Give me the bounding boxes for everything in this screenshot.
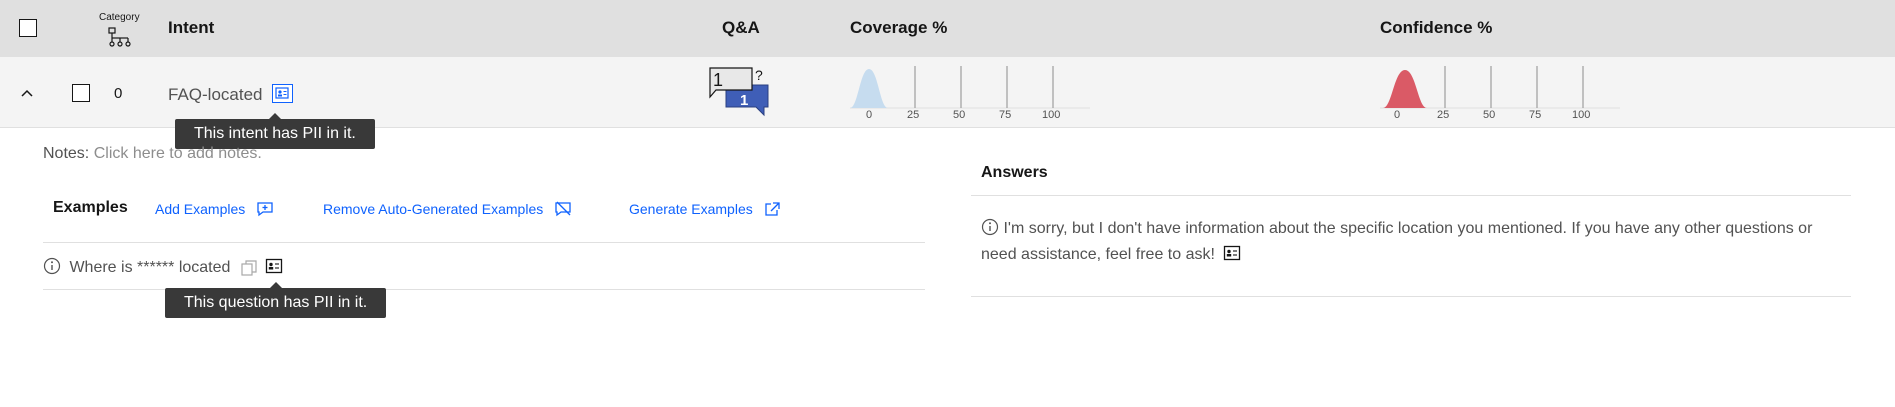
confidence-tick-0: 0 [1394, 109, 1401, 121]
launch-icon [765, 202, 780, 216]
generate-examples-label: Generate Examples [629, 201, 753, 217]
row-count: 0 [114, 85, 123, 102]
coverage-column-header[interactable]: Coverage % [850, 18, 947, 38]
add-examples-label: Add Examples [155, 201, 246, 217]
coverage-tick-100: 100 [1042, 109, 1061, 121]
svg-text:?: ? [755, 67, 763, 83]
answers-title: Answers [981, 164, 1048, 181]
answers-divider [971, 195, 1851, 196]
info-icon [43, 257, 61, 275]
notes-row: Notes: Click here to add notes. [43, 145, 262, 163]
coverage-distribution-curve [850, 69, 888, 108]
intent-name[interactable]: FAQ-located [168, 85, 263, 105]
examples-title: Examples [53, 199, 128, 216]
remove-auto-generated-label: Remove Auto-Generated Examples [323, 201, 544, 217]
confidence-distribution-curve [1383, 70, 1427, 108]
qa-column-header[interactable]: Q&A [722, 18, 760, 38]
table-header [0, 0, 1895, 57]
coverage-tick-0: 0 [866, 109, 873, 121]
question-pii-tooltip: This question has PII in it. [165, 282, 387, 318]
confidence-tick-75: 75 [1529, 109, 1542, 121]
pii-badge-icon[interactable] [265, 258, 283, 274]
coverage-tick-25: 25 [907, 109, 920, 121]
confidence-tick-25: 25 [1437, 109, 1450, 121]
category-hierarchy-icon[interactable] [108, 27, 132, 47]
pii-badge-icon[interactable] [272, 84, 293, 103]
copy-icon[interactable] [241, 259, 257, 277]
confidence-tick-50: 50 [1483, 109, 1496, 121]
intent-column-header[interactable]: Intent [168, 18, 214, 38]
confidence-column-header[interactable]: Confidence % [1380, 18, 1492, 38]
coverage-tick-75: 75 [999, 109, 1012, 121]
coverage-tick-50: 50 [953, 109, 966, 121]
category-header-label: Category [99, 12, 140, 23]
notes-input[interactable]: Click here to add notes. [94, 145, 262, 162]
add-examples-button[interactable]: Add Examples [155, 201, 274, 219]
pii-badge-icon[interactable] [1223, 245, 1241, 261]
remove-chat-icon [555, 201, 571, 217]
example-text: Where is ****** located [69, 259, 231, 276]
info-icon [981, 218, 999, 236]
add-chat-icon [257, 202, 273, 217]
qa-question-count: 1 [713, 70, 724, 90]
select-all-checkbox[interactable] [19, 19, 37, 37]
qa-count-icon[interactable]: ? 1 1 [708, 65, 770, 121]
list-item[interactable]: Where is ****** located [43, 257, 283, 279]
generate-examples-button[interactable]: Generate Examples [629, 201, 781, 219]
answer-text: I'm sorry, but I don't have information … [981, 220, 1813, 263]
qa-answer-count: 1 [740, 92, 749, 109]
row-checkbox[interactable] [72, 84, 90, 102]
remove-auto-generated-examples-button[interactable]: Remove Auto-Generated Examples [323, 201, 572, 219]
confidence-tick-100: 100 [1572, 109, 1591, 121]
answers-bottom-divider [971, 296, 1851, 297]
answer-item[interactable]: I'm sorry, but I don't have information … [981, 216, 1817, 268]
examples-divider [43, 242, 925, 243]
chevron-up-icon[interactable] [20, 88, 34, 98]
notes-label: Notes: [43, 145, 90, 162]
